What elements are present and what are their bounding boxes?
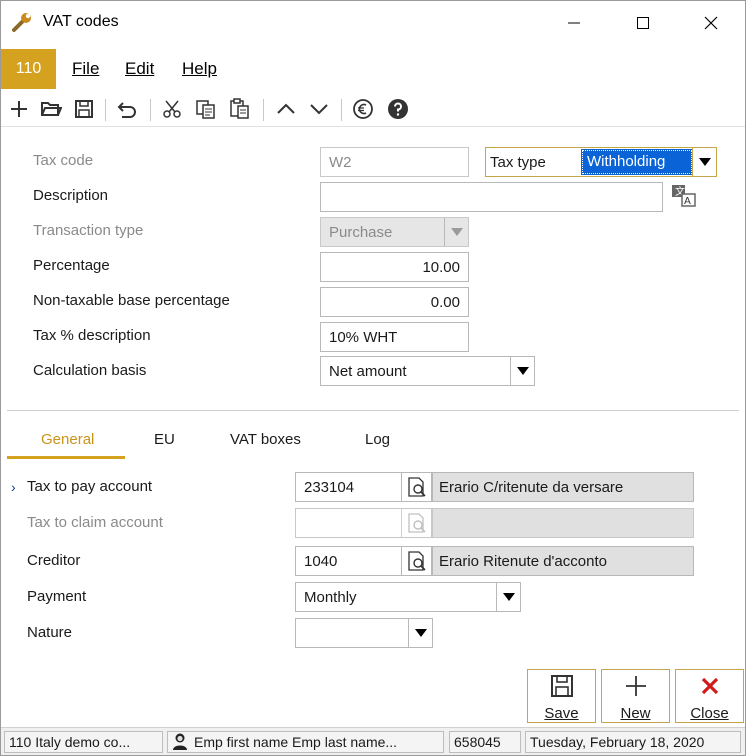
tax-desc-label: Tax % description [33, 327, 151, 344]
chevron-down-icon[interactable] [496, 583, 520, 611]
menu-file[interactable]: File [72, 59, 99, 79]
window-title: VAT codes [43, 13, 119, 30]
nature-select[interactable] [295, 618, 433, 648]
add-icon [624, 674, 648, 702]
tax-type-combo[interactable]: Tax type Withholding [485, 147, 717, 177]
calc-basis-select[interactable]: Net amount [320, 356, 535, 386]
close-button[interactable]: Close [675, 669, 744, 723]
divider [7, 410, 739, 411]
status-bar: 110 Italy demo co... Emp first name Emp … [1, 727, 745, 755]
toolbar [1, 91, 745, 127]
status-company: 110 Italy demo co... [4, 731, 163, 753]
current-row-chevron-icon: › [11, 479, 16, 495]
tab-vat-boxes[interactable]: VAT boxes [230, 431, 301, 448]
new-button-label: New [620, 705, 651, 722]
maximize-button[interactable] [620, 1, 666, 45]
tax-to-pay-label: Tax to pay account [27, 478, 153, 495]
tax-desc-field[interactable]: 10% WHT [320, 322, 469, 352]
tax-to-claim-description [432, 508, 694, 538]
help-icon[interactable] [385, 96, 411, 122]
menu-edit[interactable]: Edit [125, 59, 154, 79]
calc-basis-label: Calculation basis [33, 362, 147, 379]
chevron-down-icon[interactable] [306, 96, 332, 122]
tax-to-pay-description: Erario C/ritenute da versare [432, 472, 694, 502]
user-avatar-icon [172, 732, 188, 752]
tax-to-pay-account-field[interactable]: 233104 [295, 472, 432, 502]
menu-help[interactable]: Help [182, 59, 217, 79]
paste-icon[interactable] [227, 96, 253, 122]
translate-icon[interactable]: 文A [671, 184, 697, 208]
tax-type-label: Tax type [490, 154, 546, 171]
tab-log[interactable]: Log [365, 431, 390, 448]
tax-to-claim-account-field [295, 508, 432, 538]
save-icon[interactable] [71, 96, 97, 122]
payment-select[interactable]: Monthly [295, 582, 521, 612]
status-code: 658045 [449, 731, 521, 753]
tab-general[interactable]: General [41, 431, 94, 448]
nontaxable-field[interactable]: 0.00 [320, 287, 469, 317]
lookup-icon[interactable] [401, 473, 431, 501]
percentage-label: Percentage [33, 257, 110, 274]
tax-code-field: W2 [320, 147, 469, 177]
undo-icon[interactable] [114, 96, 140, 122]
close-button-label: Close [690, 705, 729, 722]
save-icon [550, 674, 574, 702]
chevron-down-icon[interactable] [408, 619, 432, 647]
lookup-icon [401, 509, 431, 537]
copy-icon[interactable] [193, 96, 219, 122]
euro-icon[interactable] [350, 96, 376, 122]
add-icon[interactable] [6, 96, 32, 122]
transaction-type-label: Transaction type [33, 222, 144, 239]
title-bar: VAT codes [1, 1, 745, 45]
tax-to-claim-label: Tax to claim account [27, 514, 163, 531]
open-folder-icon[interactable] [38, 96, 64, 122]
tab-eu[interactable]: EU [154, 431, 175, 448]
status-user: Emp first name Emp last name... [167, 731, 444, 753]
close-icon [698, 674, 722, 702]
transaction-type-select: Purchase [320, 217, 469, 247]
chevron-down-icon [444, 218, 468, 246]
vat-codes-window: VAT codes 110 File Edit Help Tax code W2… [0, 0, 746, 756]
status-date: Tuesday, February 18, 2020 [525, 731, 741, 753]
creditor-field[interactable]: 1040 [295, 546, 432, 576]
chevron-down-icon[interactable] [692, 148, 716, 176]
active-tab-indicator [7, 456, 125, 459]
nontaxable-label: Non-taxable base percentage [33, 292, 230, 309]
tax-type-value[interactable]: Withholding [581, 149, 693, 175]
tax-code-label: Tax code [33, 152, 94, 169]
save-button-label: Save [544, 705, 579, 722]
minimize-button[interactable] [551, 1, 597, 45]
menu-bar: 110 File Edit Help [1, 49, 745, 89]
payment-label: Payment [27, 588, 87, 605]
svg-text:A: A [684, 196, 691, 207]
wrench-icon [11, 11, 33, 33]
save-button[interactable]: Save [527, 669, 596, 723]
description-field[interactable] [320, 182, 663, 212]
creditor-description: Erario Ritenute d'acconto [432, 546, 694, 576]
chevron-up-icon[interactable] [273, 96, 299, 122]
cut-icon[interactable] [159, 96, 185, 122]
lookup-icon[interactable] [401, 547, 431, 575]
percentage-field[interactable]: 10.00 [320, 252, 469, 282]
description-label: Description [33, 187, 109, 204]
company-badge[interactable]: 110 [1, 49, 56, 89]
chevron-down-icon[interactable] [510, 357, 534, 385]
window-close-button[interactable] [688, 1, 734, 45]
new-button[interactable]: New [601, 669, 670, 723]
creditor-label: Creditor [27, 552, 81, 569]
nature-label: Nature [27, 624, 73, 641]
